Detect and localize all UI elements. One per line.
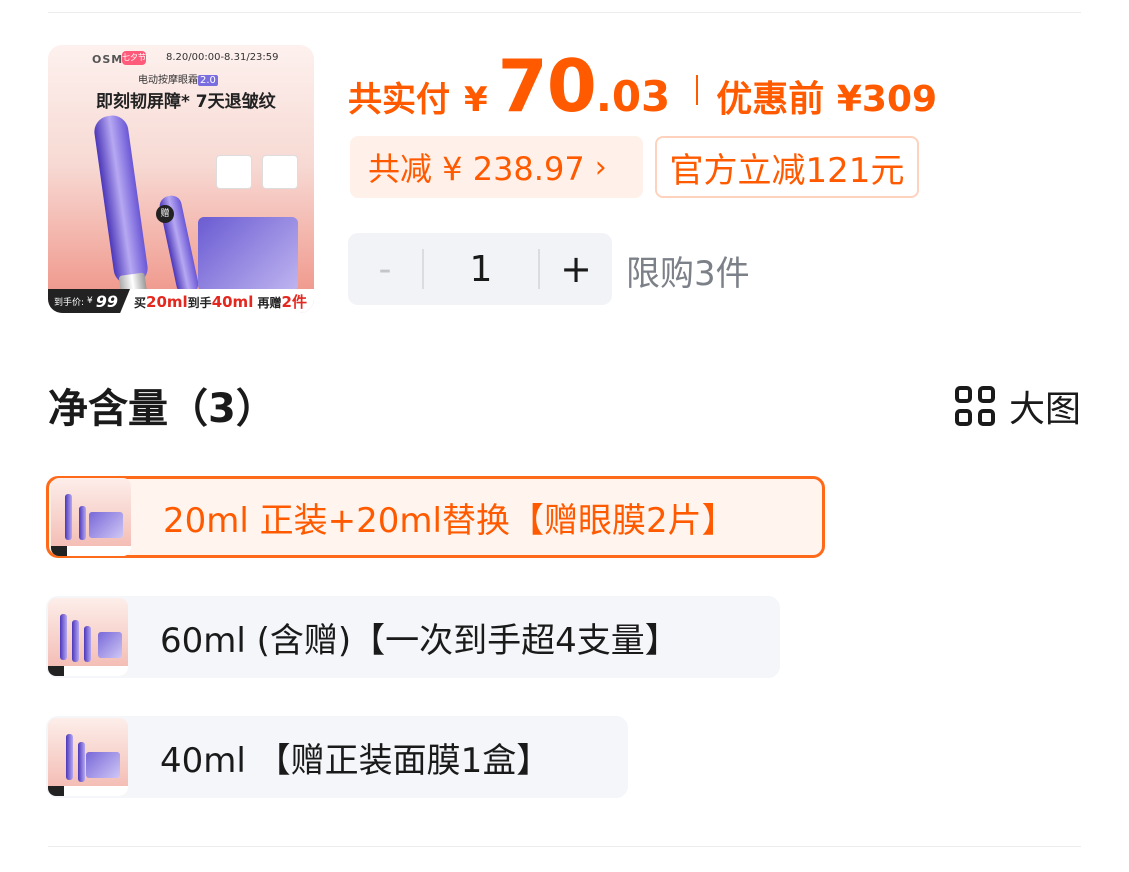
total-discount-button[interactable]: 共减 ¥ 238.97 ›	[350, 136, 643, 198]
total-discount-label: 共减 ¥ 238.97	[368, 150, 585, 188]
option-label: 60ml (含赠)【一次到手超4支量】	[160, 620, 679, 661]
option-thumbnail	[48, 718, 128, 796]
price-decimal: .03	[595, 72, 671, 121]
eye-mask-pack-illustration	[198, 217, 298, 291]
final-price-label: 到手价: ¥99	[48, 289, 130, 313]
gift-pack-illustration	[216, 155, 252, 189]
festival-badge: 七夕节	[122, 51, 146, 65]
large-view-toggle[interactable]: 大图	[954, 380, 1081, 432]
large-view-label: 大图	[1008, 389, 1081, 430]
option-thumbnail	[48, 598, 128, 676]
option-thumbnail	[51, 478, 131, 556]
brand-logo: OSM	[92, 53, 124, 66]
product-headline: 即刻韧屏障* 7天退皱纹	[96, 92, 276, 112]
product-image[interactable]: OSM 七夕节 8.20/00:00-8.31/23:59 电动按摩眼霜 2.0 …	[48, 45, 314, 313]
price-separator	[696, 75, 699, 105]
increase-button[interactable]: +	[540, 247, 612, 291]
spec-option-60ml[interactable]: 60ml (含赠)【一次到手超4支量】	[46, 596, 780, 678]
product-subtitle: 电动按摩眼霜 2.0	[138, 75, 218, 86]
promo-text: 买20ml到手40ml 再赠2件	[134, 292, 307, 311]
gift-pack-illustration	[262, 155, 298, 189]
official-discount-tag: 官方立减121元	[655, 136, 919, 198]
spec-option-40ml[interactable]: 40ml 【赠正装面膜1盒】	[46, 716, 628, 798]
option-label: 20ml 正装+20ml替换【赠眼膜2片】	[163, 500, 736, 541]
currency-symbol: ¥	[464, 80, 488, 120]
price-integer: 70	[497, 44, 597, 128]
bottom-divider	[48, 846, 1081, 847]
eye-cream-tube-illustration	[92, 113, 150, 287]
image-promo-bar: 到手价: ¥99 买20ml到手40ml 再赠2件	[48, 289, 314, 313]
spec-section-title: 净含量（3）	[48, 386, 276, 432]
purchase-limit: 限购3件	[626, 254, 750, 294]
spec-option-20ml[interactable]: 20ml 正装+20ml替换【赠眼膜2片】	[46, 476, 825, 558]
top-divider	[48, 12, 1081, 13]
decrease-button[interactable]: -	[348, 249, 422, 290]
promo-date: 8.20/00:00-8.31/23:59	[166, 52, 279, 63]
gift-badge: 赠	[156, 205, 174, 223]
price-summary: 共实付 ¥ 70 .03 优惠前 ¥309	[348, 44, 938, 128]
original-price: 优惠前 ¥309	[716, 79, 938, 120]
option-label: 40ml 【赠正装面膜1盒】	[160, 740, 551, 781]
grid-icon	[954, 386, 995, 426]
chevron-right-icon: ›	[594, 149, 607, 185]
quantity-input[interactable]: 1	[424, 249, 538, 290]
paid-label: 共实付	[348, 80, 450, 120]
quantity-stepper: - 1 +	[348, 233, 612, 305]
